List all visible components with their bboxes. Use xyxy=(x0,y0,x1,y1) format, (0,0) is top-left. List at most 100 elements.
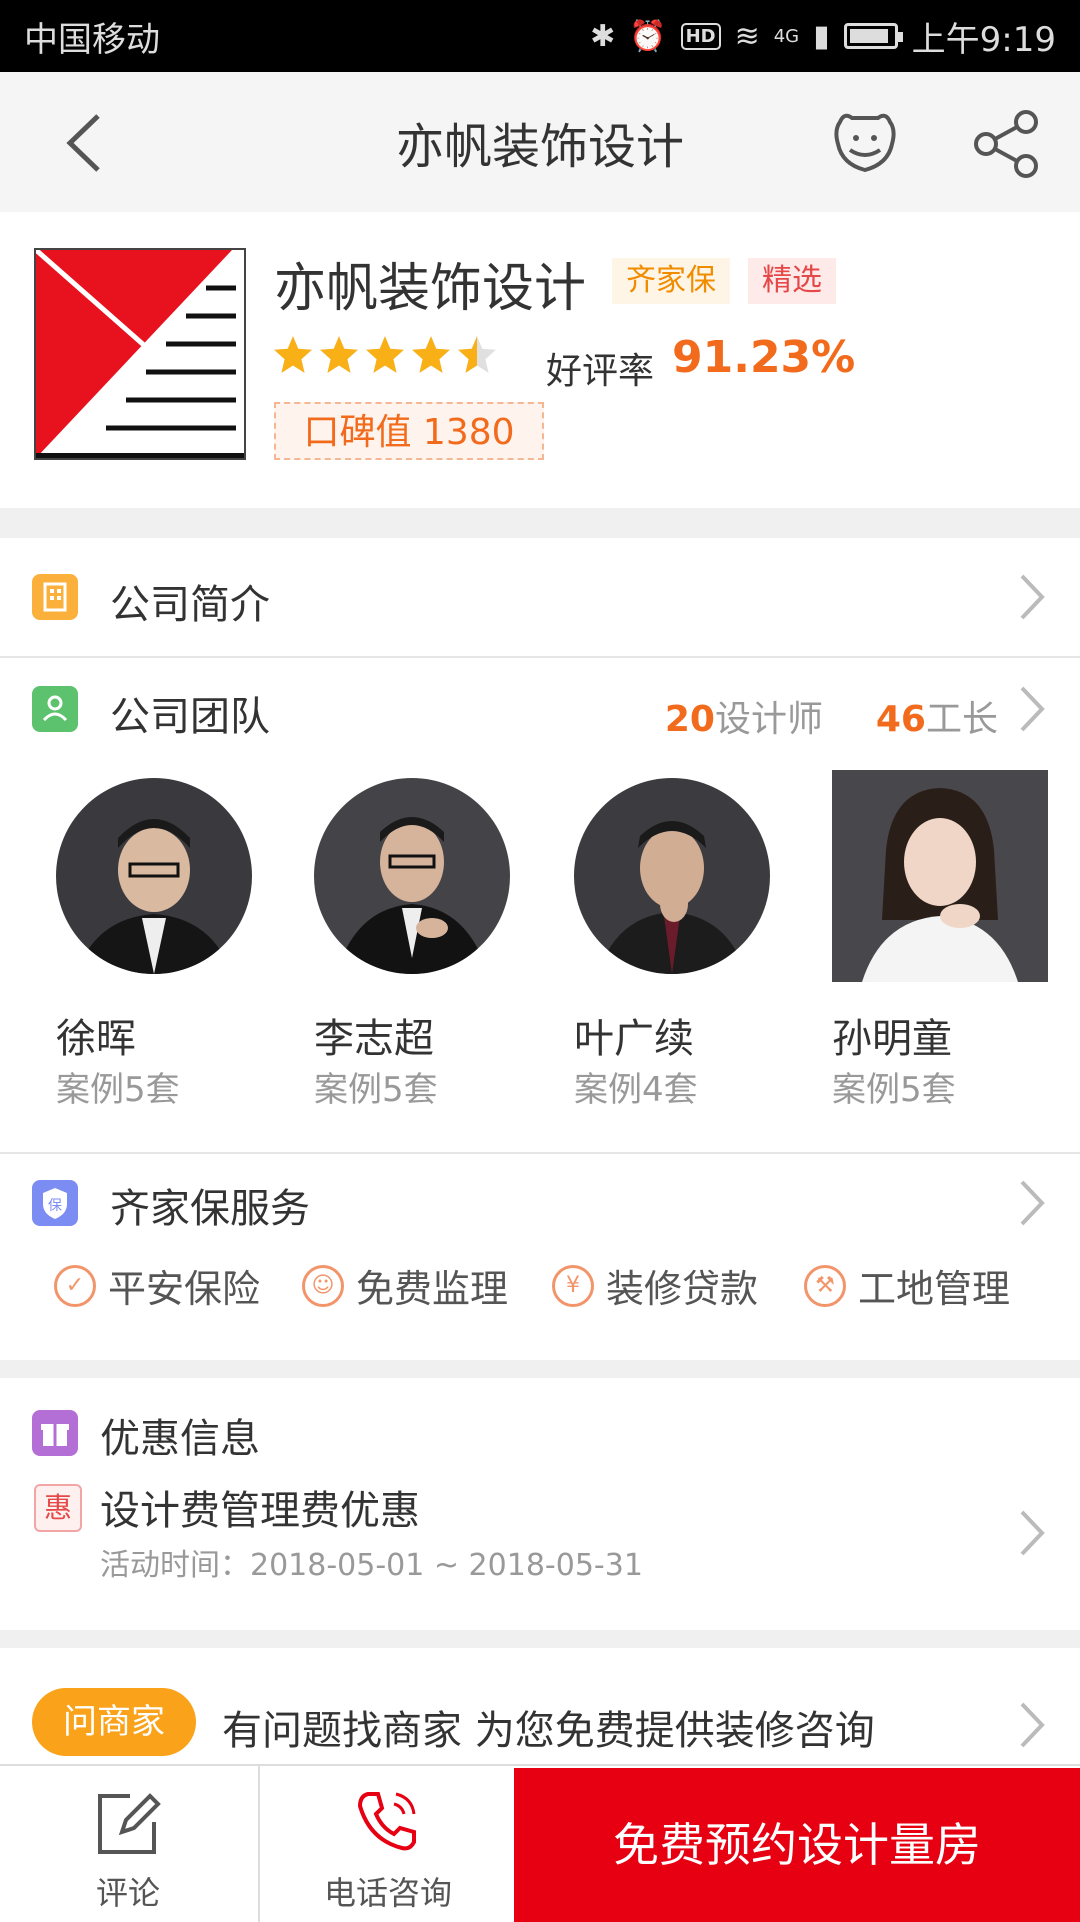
foremen-count: 46 xyxy=(875,699,926,740)
rate-label: 好评率 xyxy=(546,351,655,392)
edit-icon xyxy=(98,1793,161,1854)
hammer-icon: ⚒ xyxy=(804,1264,846,1307)
ask-merchant-text: 有问题找商家 为您免费提供装修咨询 xyxy=(222,1708,875,1754)
battery-icon xyxy=(843,23,903,49)
svg-text:保: 保 xyxy=(48,1198,62,1214)
company-intro-row[interactable]: 公司简介 xyxy=(0,538,1080,656)
chevron-right-icon xyxy=(1020,686,1045,732)
shield-icon: 保 xyxy=(32,1180,78,1226)
member-name: 孙明童 xyxy=(832,1016,952,1062)
status-bar: 中国移动 ✱ ⏰ HD ≋ 4G ▮ 上午9:19 xyxy=(0,0,1080,72)
avatar xyxy=(314,778,510,974)
clock: 上午9:19 xyxy=(911,19,1056,60)
reputation-badge: 口碑值 1380 xyxy=(274,402,544,460)
avatar xyxy=(574,778,770,974)
wifi-icon: ≋ xyxy=(734,18,760,54)
service-items: ✓ 平安保险 ☺ 免费监理 ¥ 装修贷款 ⚒ 工地管理 xyxy=(0,1258,1080,1318)
rating-stars xyxy=(272,334,498,376)
signal-icon: ▮ xyxy=(813,18,830,54)
share-icon[interactable] xyxy=(972,108,1042,178)
service-label: 免费监理 xyxy=(356,1267,509,1311)
bottom-bar: 评论 电话咨询 免费预约设计量房 xyxy=(0,1764,1080,1922)
company-name: 亦帆装饰设计 xyxy=(274,259,587,319)
company-team-label: 公司团队 xyxy=(110,694,270,740)
star-icon xyxy=(412,336,450,373)
featured-tag: 精选 xyxy=(748,258,836,304)
promo-time: 活动时间：2018-05-01 ~ 2018-05-31 xyxy=(100,1548,643,1583)
carrier-label: 中国移动 xyxy=(24,19,160,60)
star-icon xyxy=(366,336,404,373)
service-label: 装修贷款 xyxy=(606,1267,759,1311)
chevron-right-icon xyxy=(1020,574,1045,620)
member-name: 李志超 xyxy=(314,1016,434,1062)
avatar xyxy=(56,778,252,974)
promo-item[interactable]: 惠 设计费管理费优惠 活动时间：2018-05-01 ~ 2018-05-31 xyxy=(0,1478,1080,1608)
star-icon xyxy=(458,336,496,373)
phone-consult-label: 电话咨询 xyxy=(323,1874,452,1912)
nav-bar: 亦帆装饰设计 xyxy=(0,72,1080,212)
company-intro-label: 公司简介 xyxy=(110,582,270,628)
chevron-right-icon xyxy=(1020,1510,1045,1556)
team-member[interactable]: 孙明童 案例5套 xyxy=(832,770,1048,1110)
phone-icon xyxy=(357,1792,416,1851)
network-label: 4G xyxy=(773,25,800,47)
building-icon xyxy=(32,574,78,620)
service-item[interactable]: ⚒ 工地管理 xyxy=(804,1258,1010,1313)
comment-button[interactable]: 评论 xyxy=(0,1766,256,1922)
service-item[interactable]: ☺ 免费监理 xyxy=(302,1258,508,1313)
team-member[interactable]: 李志超 案例5套 xyxy=(314,770,524,1110)
member-name: 徐晖 xyxy=(56,1016,136,1062)
company-header: 亦帆装饰设计 齐家保 精选 好评率 91.23% 口碑值 1380 xyxy=(0,212,1080,508)
chevron-right-icon xyxy=(1020,1180,1045,1226)
member-cases: 案例4套 xyxy=(574,1070,698,1110)
qijiabao-tag: 齐家保 xyxy=(612,258,730,304)
book-design-button[interactable]: 免费预约设计量房 xyxy=(514,1768,1080,1922)
chevron-right-icon xyxy=(1020,1702,1045,1748)
star-icon xyxy=(320,336,358,373)
alarm-icon: ⏰ xyxy=(629,18,667,54)
company-team-section: 公司团队 20设计师 46工长 徐晖 案例5套 李志超 案例5套 叶广续 案例4… xyxy=(0,658,1080,1152)
member-cases: 案例5套 xyxy=(56,1070,180,1110)
hd-icon: HD xyxy=(680,22,721,50)
company-logo xyxy=(34,248,246,460)
promo-title: 设计费管理费优惠 xyxy=(100,1488,420,1534)
section-gap xyxy=(0,1360,1080,1378)
designers-label: 设计师 xyxy=(714,699,823,740)
team-member[interactable]: 徐晖 案例5套 xyxy=(56,770,266,1110)
avatar xyxy=(832,770,1048,982)
promo-label: 优惠信息 xyxy=(100,1416,260,1462)
gift-icon xyxy=(32,1410,78,1456)
phone-consult-button[interactable]: 电话咨询 xyxy=(260,1766,516,1922)
foremen-label: 工长 xyxy=(925,699,998,740)
section-gap xyxy=(0,1630,1080,1648)
member-name: 叶广续 xyxy=(574,1016,694,1062)
rate-value: 91.23% xyxy=(672,332,856,383)
customer-service-icon[interactable] xyxy=(830,108,900,178)
service-item[interactable]: ¥ 装修贷款 xyxy=(552,1258,758,1313)
insurance-icon: ✓ xyxy=(54,1264,96,1307)
service-item[interactable]: ✓ 平安保险 xyxy=(54,1258,260,1313)
member-cases: 案例5套 xyxy=(832,1070,956,1110)
team-stats: 20设计师 46工长 xyxy=(665,690,998,742)
designers-count: 20 xyxy=(664,699,715,740)
team-member[interactable]: 叶广续 案例4套 xyxy=(574,770,784,1110)
ask-merchant-button[interactable]: 问商家 xyxy=(32,1688,196,1756)
comment-label: 评论 xyxy=(95,1874,160,1912)
ask-merchant-row[interactable]: 问商家 有问题找商家 为您免费提供装修咨询 xyxy=(0,1648,1080,1764)
services-row[interactable]: 保 齐家保服务 xyxy=(0,1154,1080,1244)
services-label: 齐家保服务 xyxy=(110,1186,310,1232)
bluetooth-icon: ✱ xyxy=(590,18,616,54)
back-icon[interactable] xyxy=(56,108,116,178)
yuan-icon: ¥ xyxy=(552,1264,594,1307)
company-team-row[interactable]: 公司团队 20设计师 46工长 xyxy=(0,658,1080,758)
promo-section: 优惠信息 惠 设计费管理费优惠 活动时间：2018-05-01 ~ 2018-0… xyxy=(0,1378,1080,1630)
discount-badge-icon: 惠 xyxy=(34,1484,82,1532)
status-icons: ✱ ⏰ HD ≋ 4G ▮ 上午9:19 xyxy=(590,12,1056,61)
team-members: 徐晖 案例5套 李志超 案例5套 叶广续 案例4套 孙明童 案例5套 xyxy=(0,770,1080,1140)
services-section: 保 齐家保服务 ✓ 平安保险 ☺ 免费监理 ¥ 装修贷款 ⚒ 工地管理 xyxy=(0,1154,1080,1360)
star-icon xyxy=(274,336,312,373)
service-label: 平安保险 xyxy=(108,1267,261,1311)
member-cases: 案例5套 xyxy=(314,1070,438,1110)
team-icon xyxy=(32,686,78,732)
page-title: 亦帆装饰设计 xyxy=(395,119,684,175)
